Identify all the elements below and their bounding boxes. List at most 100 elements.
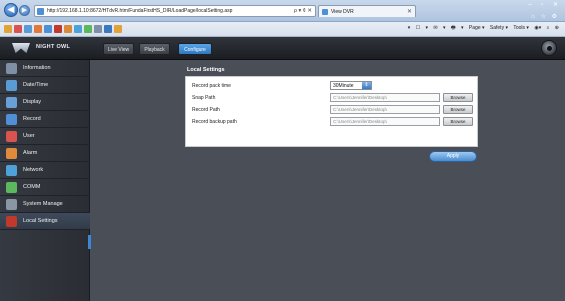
- configure-button[interactable]: Configure: [178, 43, 212, 55]
- record-pack-time-select[interactable]: 30Minute ⇕: [330, 81, 372, 90]
- main-content: Local Settings Record pack time 30Minute…: [91, 60, 565, 301]
- cmd-help-menu[interactable]: ◉▾: [534, 25, 541, 31]
- favorite-link-icon[interactable]: [94, 25, 102, 33]
- select-arrow-icon: ⇕: [362, 82, 371, 89]
- cmd-feeds[interactable]: ☐: [416, 25, 420, 31]
- record-backup-path-row: Record backup path C:\Users\Jennifer\Des…: [186, 116, 479, 127]
- tab-title: View DVR: [331, 9, 354, 15]
- window-controls[interactable]: – ▫ ✕: [528, 1, 562, 8]
- record-icon: [6, 114, 17, 125]
- local-settings-icon: [6, 216, 17, 227]
- sidebar-item-label: Record: [23, 116, 41, 122]
- apply-button[interactable]: Apply: [429, 151, 477, 162]
- page-title: Local Settings: [187, 67, 225, 73]
- night-owl-logo: NIGHT OWL: [6, 40, 94, 56]
- sidebar-item-comm[interactable]: COMM: [0, 179, 90, 196]
- sidebar-item-information[interactable]: Information: [0, 60, 90, 77]
- cmd-feeds-dropdown[interactable]: ▾: [425, 25, 428, 31]
- command-bar[interactable]: ▾ ☐ ▾ ✉ ▾ 🖶 ▾ Page ▾ Safety ▾ Tools ▾ ◉▾…: [404, 25, 559, 33]
- cmd-tools-menu[interactable]: Tools ▾: [513, 25, 529, 31]
- monitor-icon: [6, 97, 17, 108]
- playback-button[interactable]: Playback: [139, 43, 170, 55]
- cmd-print-dropdown[interactable]: ▾: [461, 25, 464, 31]
- sidebar-item-record[interactable]: Record: [0, 111, 90, 128]
- cmd-print[interactable]: 🖶: [451, 25, 456, 31]
- favorites-star-icon[interactable]: [4, 25, 12, 33]
- favorite-link-icon[interactable]: [34, 25, 42, 33]
- cmd-mail[interactable]: ✉: [433, 25, 437, 31]
- alarm-icon: [6, 148, 17, 159]
- tab-favicon-icon: [322, 9, 328, 15]
- page-favicon-icon: [37, 8, 44, 15]
- snap-path-row: Snap Path C:\Users\Jennifer\Desktop\ Bro…: [186, 92, 479, 103]
- sidebar-item-label: Network: [23, 167, 44, 173]
- tab-close-icon[interactable]: ✕: [407, 8, 412, 15]
- sidebar-item-label: Date/Time: [23, 82, 49, 88]
- snap-path-field[interactable]: C:\Users\Jennifer\Desktop\: [330, 93, 440, 102]
- cmd-home-dropdown[interactable]: ▾: [408, 25, 411, 31]
- sidebar-item-label: Display: [23, 99, 42, 105]
- address-bar[interactable]: http://192.168.1.10:8672/HTdvR.htm/Funda…: [34, 5, 316, 17]
- favorite-link-icon[interactable]: [64, 25, 72, 33]
- sidebar-item-display[interactable]: Display: [0, 94, 90, 111]
- address-url[interactable]: http://192.168.1.10:8672/HTdvR.htm/Funda…: [47, 8, 232, 14]
- snap-path-value: C:\Users\Jennifer\Desktop\: [333, 95, 387, 100]
- address-actions[interactable]: ρ ▾ ¢ ✕: [294, 8, 312, 14]
- cmd-page-menu[interactable]: Page ▾: [469, 25, 485, 31]
- config-sidebar: Information Date/Time Display Record Use…: [0, 60, 91, 301]
- favorite-link-icon[interactable]: [74, 25, 82, 33]
- sidebar-item-label: Information: [23, 65, 51, 71]
- favorite-link-icon[interactable]: [24, 25, 32, 33]
- forward-icon[interactable]: ▶: [19, 5, 30, 16]
- sidebar-item-network[interactable]: Network: [0, 162, 90, 179]
- comm-icon: [6, 182, 17, 193]
- favorite-link-icon[interactable]: [114, 25, 122, 33]
- sidebar-item-label: System Manage: [23, 201, 63, 207]
- favorites-bar: ▾ ☐ ▾ ✉ ▾ 🖶 ▾ Page ▾ Safety ▾ Tools ▾ ◉▾…: [0, 22, 565, 37]
- favorite-link-icon[interactable]: [44, 25, 52, 33]
- network-icon: [6, 165, 17, 176]
- sidebar-item-label: Alarm: [23, 150, 38, 156]
- user-icon: [6, 131, 17, 142]
- owl-logo-icon: [12, 43, 30, 53]
- record-pack-time-row: Record pack time 30Minute ⇕: [186, 80, 479, 91]
- record-backup-path-browse-button[interactable]: Browse: [443, 117, 473, 126]
- cmd-addon[interactable]: ⊕: [555, 25, 559, 31]
- sidebar-item-user[interactable]: User: [0, 128, 90, 145]
- cmd-research[interactable]: ⌕: [547, 25, 550, 31]
- back-icon[interactable]: ◀: [4, 3, 18, 17]
- snap-path-browse-button[interactable]: Browse: [443, 93, 473, 102]
- cmd-safety-menu[interactable]: Safety ▾: [490, 25, 508, 31]
- record-path-browse-button[interactable]: Browse: [443, 105, 473, 114]
- logo-text: NIGHT OWL: [36, 44, 71, 50]
- local-settings-panel: Record pack time 30Minute ⇕ Snap Path C:…: [185, 76, 478, 147]
- snap-path-label: Snap Path: [192, 95, 216, 101]
- sidebar-item-date-time[interactable]: Date/Time: [0, 77, 90, 94]
- favorite-link-icon[interactable]: [84, 25, 92, 33]
- sidebar-item-alarm[interactable]: Alarm: [0, 145, 90, 162]
- sidebar-item-label: Local Settings: [23, 218, 58, 224]
- sidebar-item-label: User: [23, 133, 35, 139]
- browser-right-icons[interactable]: ⌂ ☆ ⚙: [531, 13, 559, 20]
- favorite-link-icon[interactable]: [104, 25, 112, 33]
- record-pack-time-value: 30Minute: [333, 83, 354, 89]
- record-path-label: Record Path: [192, 107, 220, 113]
- browser-tab[interactable]: View DVR ✕: [318, 5, 416, 17]
- browser-titlebar: ◀ ▶ http://192.168.1.10:8672/HTdvR.htm/F…: [0, 0, 565, 22]
- sidebar-item-system-manage[interactable]: System Manage: [0, 196, 90, 213]
- record-path-field[interactable]: C:\Users\Jennifer\Desktop\: [330, 105, 440, 114]
- live-view-button[interactable]: Live View: [103, 43, 134, 55]
- record-path-value: C:\Users\Jennifer\Desktop\: [333, 107, 387, 112]
- sidebar-item-label: COMM: [23, 184, 41, 190]
- sidebar-item-local-settings[interactable]: Local Settings: [0, 213, 90, 230]
- record-backup-path-value: C:\Users\Jennifer\Desktop\: [333, 119, 387, 124]
- record-backup-path-label: Record backup path: [192, 119, 237, 125]
- favorite-link-icon[interactable]: [14, 25, 22, 33]
- camera-icon[interactable]: [541, 40, 557, 56]
- favorite-link-icon[interactable]: [54, 25, 62, 33]
- app-header: NIGHT OWL Live View Playback Configure: [0, 37, 565, 60]
- cmd-mail-dropdown[interactable]: ▾: [443, 25, 446, 31]
- system-icon: [6, 199, 17, 210]
- clock-icon: [6, 80, 17, 91]
- record-backup-path-field[interactable]: C:\Users\Jennifer\Desktop\: [330, 117, 440, 126]
